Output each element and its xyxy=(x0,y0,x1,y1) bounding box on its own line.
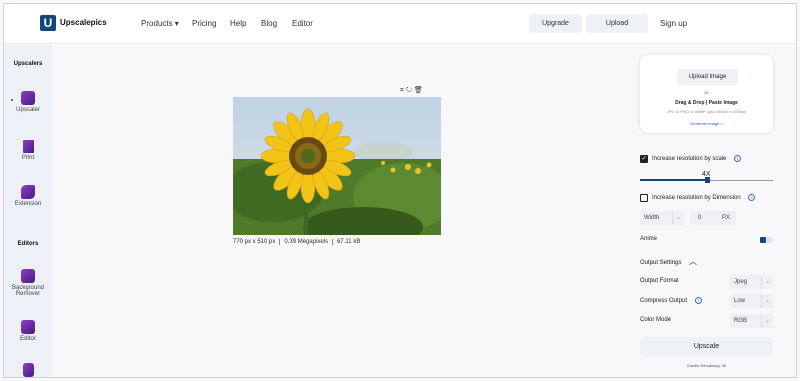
sidebar-item-print[interactable]: Print xyxy=(4,140,52,161)
sidebar-item-background-remover[interactable]: Background Remover xyxy=(4,269,52,297)
sidebar-item-upscaler[interactable]: Upscaler xyxy=(4,91,52,113)
info-icon[interactable]: i xyxy=(748,194,756,201)
dimension-checkbox[interactable] xyxy=(640,194,648,202)
sidebar-item-extension[interactable]: Extension xyxy=(4,185,52,207)
upscaler-icon xyxy=(21,91,35,105)
toggle-knob xyxy=(760,237,766,243)
more-tool-icon xyxy=(22,363,34,377)
nav-help[interactable]: Help xyxy=(230,19,246,28)
print-icon xyxy=(22,140,34,153)
trash-icon[interactable]: 🗑 xyxy=(414,87,425,94)
upload-image-button[interactable]: Upload Image xyxy=(677,69,738,85)
app-window: U Upscalepics Products ▾ Pricing Help Bl… xyxy=(3,3,797,378)
width-value: 0 xyxy=(698,215,702,221)
scale-slider-handle[interactable] xyxy=(705,177,710,183)
color-mode-value: RGB xyxy=(734,318,748,324)
edit-icon xyxy=(21,320,35,334)
dimension-row: Increase resolution by Dimension i xyxy=(652,194,756,202)
chevron-up-icon: ︿ xyxy=(689,257,698,266)
logo-icon[interactable]: U xyxy=(40,15,56,31)
scale-label: Increase resolution by scale xyxy=(652,156,727,163)
chevron-down-icon: ⌄ xyxy=(761,275,773,289)
chevron-down-icon: ⌄ xyxy=(761,314,773,328)
nav-editor[interactable]: Editor xyxy=(292,19,313,28)
puzzle-icon xyxy=(21,185,35,199)
image-dimensions: 770 px x 510 px xyxy=(233,239,281,245)
sidebar-item-label: Editor xyxy=(20,336,36,342)
sidebar-item-label: Upscaler xyxy=(16,107,40,113)
info-icon[interactable]: i xyxy=(694,297,702,304)
upscale-button[interactable]: Upscale xyxy=(640,337,773,356)
left-sidebar: Upscalers Upscaler Print Extension Edito… xyxy=(4,45,52,377)
nav-products[interactable]: Products ▾ xyxy=(141,19,179,28)
image-info: 770 px x 510 px 0.39 Megapixels 67.11 kB xyxy=(233,239,364,245)
image-filesize: 67.11 kB xyxy=(337,239,361,245)
credits-remaining: Credits Remaining: 50 xyxy=(686,363,727,368)
info-icon[interactable]: i xyxy=(734,155,742,162)
brand-name[interactable]: Upscalepics xyxy=(60,18,107,27)
image-megapixels: 0.39 Megapixels xyxy=(280,239,334,245)
compress-select[interactable]: Low ⌄ xyxy=(730,294,773,308)
color-mode-select[interactable]: RGB ⌄ xyxy=(730,314,773,328)
output-format-label: Output Format xyxy=(640,278,679,284)
output-format-select[interactable]: Jpeg ⌄ xyxy=(730,275,773,289)
scale-row: Increase resolution by scale i xyxy=(652,155,742,163)
chevron-down-icon: ⌄ xyxy=(761,294,773,308)
rotate-icon[interactable]: ↻ xyxy=(406,87,414,94)
chevron-down-icon: ⌄ xyxy=(672,211,684,225)
upload-button[interactable]: Upload xyxy=(586,14,648,33)
output-settings-row[interactable]: Output Settings ︿ xyxy=(640,256,697,267)
anime-toggle[interactable] xyxy=(760,237,773,243)
sidebar-item-editor[interactable]: Editor xyxy=(4,320,52,342)
upgrade-button[interactable]: Upgrade xyxy=(529,14,582,33)
nav-pricing[interactable]: Pricing xyxy=(192,19,216,28)
sunflower-photo xyxy=(233,97,441,235)
output-format-value: Jpeg xyxy=(734,279,748,285)
width-label: Width xyxy=(644,215,660,221)
width-input[interactable]: 0 PX xyxy=(690,211,736,225)
anime-label: Anime xyxy=(640,236,658,242)
or-text: Or xyxy=(704,90,709,95)
color-mode-label: Color Mode xyxy=(640,317,672,323)
sidebar-item-label: Extension xyxy=(14,201,42,207)
sidebar-item-label: Print xyxy=(21,155,35,161)
uploaded-image xyxy=(233,97,441,235)
generate-image-link[interactable]: Generate Image ⤶ xyxy=(640,121,773,126)
upload-card[interactable]: Upload Image Or Drag & Drop | Paste Imag… xyxy=(640,55,773,133)
top-header: U Upscalepics Products ▾ Pricing Help Bl… xyxy=(4,4,796,44)
background-remover-icon xyxy=(21,269,35,283)
width-select[interactable]: Width ⌄ xyxy=(640,211,684,225)
dimension-label: Increase resolution by Dimension xyxy=(652,195,741,202)
compress-label: Compress Output xyxy=(640,298,688,305)
scale-checkbox[interactable]: ✓ xyxy=(640,155,648,163)
sidebar-heading-editors: Editors xyxy=(17,241,39,247)
sidebar-item-label: Background Remover xyxy=(11,285,45,297)
drag-drop-text: Drag & Drop | Paste Image xyxy=(675,100,738,106)
output-settings-heading: Output Settings xyxy=(640,260,682,266)
nav-blog[interactable]: Blog xyxy=(261,19,277,28)
sidebar-item-more[interactable] xyxy=(4,363,52,377)
signup-link[interactable]: Sign up xyxy=(660,19,687,28)
format-hint: JPG or PNG or WebP upto 4000px x 4000px xyxy=(666,109,747,114)
unit-label: PX xyxy=(721,215,730,221)
compress-value: Low xyxy=(734,298,746,304)
compress-row: Compress Output i xyxy=(640,297,702,304)
scale-slider-fill xyxy=(640,179,707,181)
image-tools: ⌗↻🗑 xyxy=(400,86,425,95)
sidebar-heading-upscalers: Upscalers xyxy=(13,61,43,67)
